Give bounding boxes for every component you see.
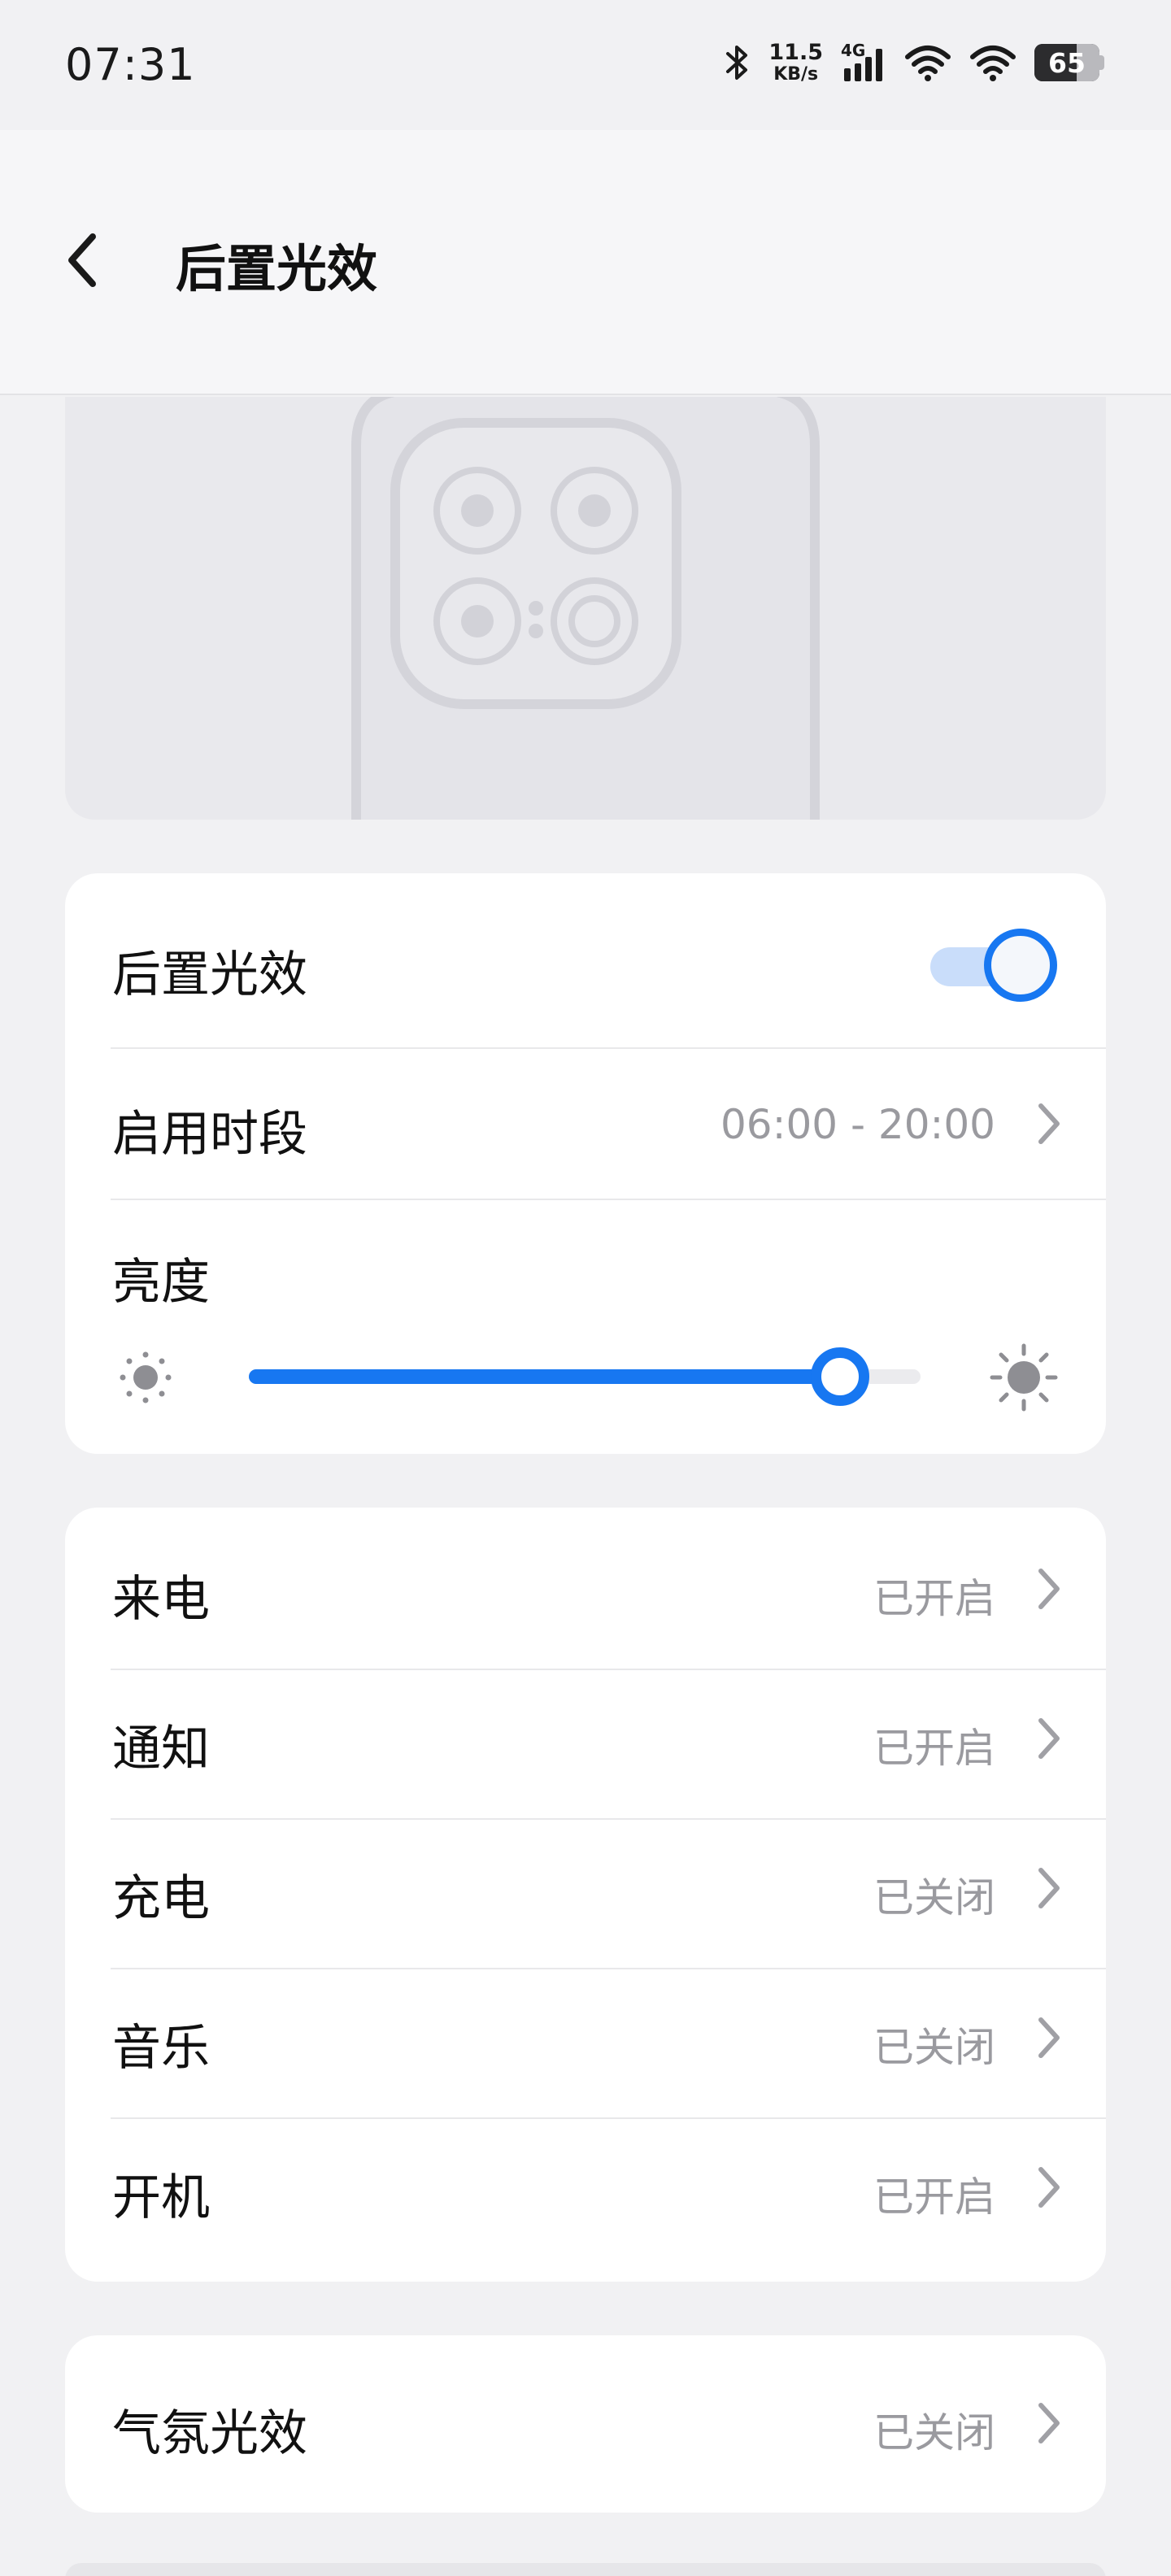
chevron-right-icon <box>1038 2403 1060 2443</box>
schedule-row[interactable]: 启用时段 06:00 - 20:00 <box>65 1049 1106 1199</box>
next-card-partial <box>65 2563 1106 2576</box>
event-status: 已关闭 <box>873 2024 995 2071</box>
ambient-light-card: 气氛光效 已关闭 <box>65 2335 1106 2513</box>
rear-light-toggle-row[interactable]: 后置光效 <box>65 873 1106 1047</box>
rear-light-toggle-label: 后置光效 <box>112 946 307 1003</box>
network-speed-value: 11.5 <box>768 40 823 65</box>
chevron-right-icon <box>1038 1103 1060 1144</box>
chevron-left-icon <box>68 233 96 287</box>
wifi-icon <box>904 42 951 83</box>
status-icons: 11.5 KB/s 4G 65 <box>723 36 1104 89</box>
ambient-light-status: 已关闭 <box>873 2409 995 2456</box>
event-status: 已开启 <box>873 1575 995 1622</box>
event-status: 已开启 <box>873 2174 995 2221</box>
event-status: 已关闭 <box>873 1874 995 1921</box>
event-label: 通知 <box>112 1721 210 1778</box>
back-button[interactable] <box>63 220 128 301</box>
brightness-slider-fill <box>249 1369 840 1384</box>
brightness-slider[interactable] <box>249 1347 921 1406</box>
bluetooth-icon <box>723 42 751 83</box>
wifi-icon <box>969 42 1016 83</box>
signal-icon: 4G <box>841 41 886 83</box>
event-label: 充电 <box>112 1870 210 1927</box>
chevron-right-icon <box>1038 1718 1060 1759</box>
event-row-power-on[interactable]: 开机 已开启 <box>65 2119 1106 2282</box>
brightness-slider-thumb[interactable] <box>811 1347 869 1406</box>
chevron-right-icon <box>1038 2167 1060 2208</box>
rear-light-toggle[interactable] <box>930 929 1060 1002</box>
event-row-notification[interactable]: 通知 已开启 <box>65 1670 1106 1818</box>
sun-bright-icon <box>990 1343 1058 1412</box>
status-time: 07:31 <box>65 39 196 90</box>
rear-light-preview <box>65 397 1106 820</box>
chevron-right-icon <box>1038 1569 1060 1609</box>
schedule-value: 06:00 - 20:00 <box>720 1101 995 1148</box>
battery-level: 65 <box>1048 46 1086 79</box>
toggle-knob <box>984 929 1057 1002</box>
sun-dim-icon <box>120 1351 172 1403</box>
event-row-charging[interactable]: 充电 已关闭 <box>65 1820 1106 1968</box>
brightness-slider-area <box>65 1337 1106 1418</box>
ambient-light-row[interactable]: 气氛光效 已关闭 <box>65 2335 1106 2513</box>
event-label: 来电 <box>112 1571 210 1628</box>
chevron-right-icon <box>1038 1868 1060 1908</box>
event-row-music[interactable]: 音乐 已关闭 <box>65 1969 1106 2117</box>
chevron-right-icon <box>1038 2017 1060 2058</box>
page-header: 后置光效 <box>0 130 1171 395</box>
main-settings-card: 后置光效 启用时段 06:00 - 20:00 亮度 <box>65 873 1106 1454</box>
network-speed-unit: KB/s <box>773 64 819 85</box>
phone-back-illustration <box>351 397 820 820</box>
brightness-label: 亮度 <box>112 1254 210 1311</box>
events-card: 来电 已开启 通知 已开启 充电 已关闭 音乐 已关闭 开机 已开启 <box>65 1508 1106 2282</box>
battery-icon: 65 <box>1034 44 1104 81</box>
event-label: 音乐 <box>112 2020 210 2077</box>
ambient-light-label: 气氛光效 <box>112 2405 307 2462</box>
network-speed: 11.5 KB/s <box>768 41 823 84</box>
page-title: 后置光效 <box>176 239 378 298</box>
event-status: 已开启 <box>873 1725 995 1772</box>
status-bar: 07:31 11.5 KB/s 4G 65 <box>0 0 1171 130</box>
schedule-label: 启用时段 <box>112 1106 307 1163</box>
event-label: 开机 <box>112 2169 210 2226</box>
event-row-incoming-call[interactable]: 来电 已开启 <box>65 1508 1106 1667</box>
